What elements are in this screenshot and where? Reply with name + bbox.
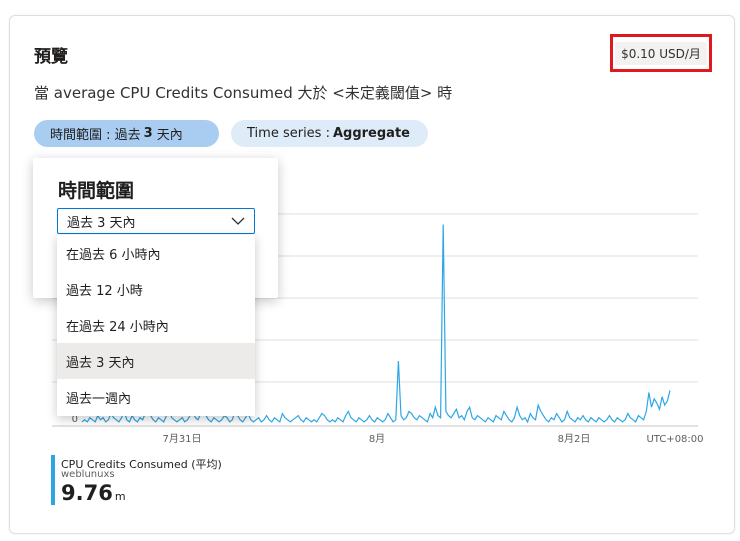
- popup-title: 時間範圍: [58, 180, 135, 202]
- legend-value-unit: m: [114, 490, 126, 503]
- dropdown-option[interactable]: 在過去 24 小時內: [57, 307, 255, 343]
- legend-color-bar: [51, 455, 55, 505]
- x-tick-label: 8月2日: [558, 433, 591, 445]
- dropdown-option[interactable]: 過去一週內: [57, 379, 255, 415]
- x-tick-label: 7月31日: [162, 433, 201, 445]
- dropdown-option[interactable]: 過去 12 小時: [57, 271, 255, 307]
- select-value: 過去 3 天內: [67, 215, 136, 231]
- dropdown-option[interactable]: 在過去 6 小時內: [57, 235, 255, 271]
- legend-value: 9.76 m: [61, 481, 126, 505]
- legend-value-number: 9.76: [61, 481, 113, 505]
- dropdown-option-selected[interactable]: 過去 3 天內: [57, 343, 255, 379]
- legend-resource-name: weblunuxs: [61, 469, 115, 480]
- timezone-label: UTC+08:00: [646, 434, 703, 445]
- time-range-dropdown: 在過去 6 小時內 過去 12 小時 在過去 24 小時內 過去 3 天內 過去…: [57, 235, 255, 416]
- x-tick-label: 8月: [369, 433, 385, 445]
- chevron-down-icon: [230, 214, 246, 232]
- time-range-select[interactable]: 過去 3 天內: [57, 208, 255, 234]
